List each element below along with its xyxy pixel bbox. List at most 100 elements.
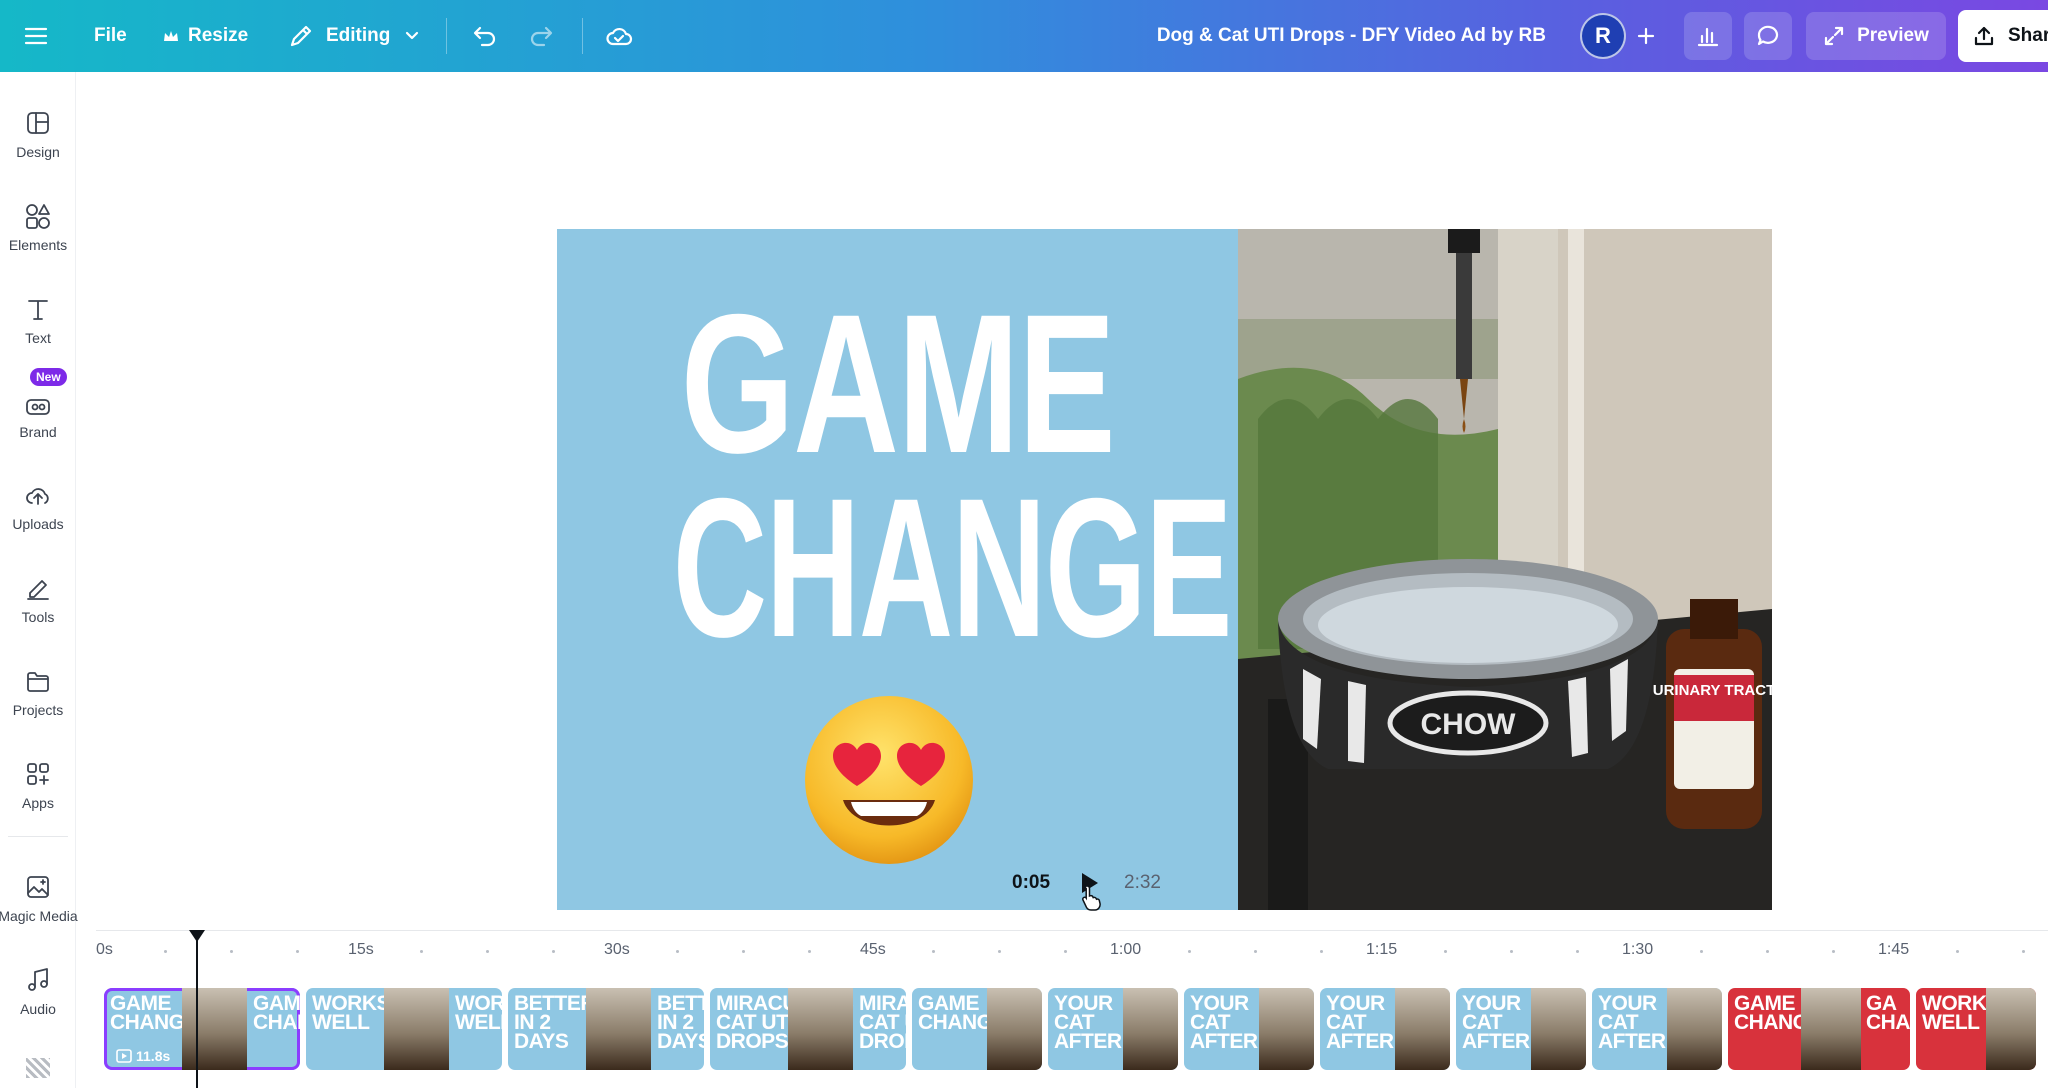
video-clip-icon	[116, 1049, 132, 1063]
clip-thumbnail	[1801, 988, 1861, 1070]
top-toolbar: File Resize Editing Dog & Cat UTI Drops …	[0, 0, 2048, 72]
product-photo[interactable]: CHOW URINARY TRACT	[1238, 229, 1772, 910]
resize-button[interactable]: Resize	[162, 0, 248, 72]
sidebar-item-magic-media[interactable]: Magic Media	[0, 866, 78, 942]
editing-mode-dropdown[interactable]: Editing	[288, 0, 422, 72]
apps-grid-icon	[27, 763, 49, 785]
elements-icon	[26, 204, 50, 229]
design-icon	[27, 112, 49, 134]
heart-eyes-emoji-icon[interactable]	[803, 694, 975, 866]
headline-line-1[interactable]: GAME	[646, 285, 1150, 483]
chevron-down-icon	[406, 31, 419, 40]
menu-button[interactable]	[22, 0, 50, 72]
clip-caption: YOUR CAT AFTER	[1598, 992, 1666, 1053]
sidebar-item-audio[interactable]: Audio	[0, 959, 76, 1035]
playhead[interactable]	[196, 932, 198, 1088]
expand-icon	[1824, 26, 1844, 46]
ruler-tick-label: 0s	[96, 941, 113, 958]
ruler-tick-label: 1:45	[1878, 941, 1910, 958]
folder-icon	[27, 672, 49, 692]
play-icon	[1082, 873, 1098, 893]
current-time: 0:05	[1012, 872, 1051, 893]
save-status-button[interactable]	[604, 0, 634, 72]
text-icon	[28, 300, 48, 320]
undo-button[interactable]	[468, 0, 498, 72]
clip-caption-secondary: GA CHA	[1866, 992, 1910, 1034]
sidebar-label: Projects	[12, 702, 64, 718]
file-menu-button[interactable]: File	[94, 0, 127, 72]
sidebar-item-tools[interactable]: Tools	[0, 567, 76, 643]
sidebar-item-apps[interactable]: Apps	[0, 753, 76, 829]
ruler-tick-label: 1:00	[1110, 941, 1142, 958]
timeline-clip[interactable]: BETTER IN 2 DAYS BETTE IN 2 DAYS	[508, 988, 704, 1070]
redo-icon	[530, 26, 553, 47]
clip-thumbnail	[384, 988, 449, 1070]
clip-thumbnail	[1986, 988, 2036, 1070]
timeline-clip[interactable]: YOUR CAT AFTER	[1184, 988, 1314, 1070]
tools-pen-icon	[27, 580, 49, 600]
sidebar-label: Apps	[22, 795, 54, 811]
sidebar-item-elements[interactable]: Elements	[0, 195, 76, 271]
sidebar-label: Magic Media	[0, 908, 78, 924]
ruler-tick-label: 15s	[348, 941, 374, 958]
add-collaborator-button[interactable]	[1634, 0, 1658, 72]
share-label: Share	[2008, 25, 2048, 46]
insights-button[interactable]	[1684, 12, 1732, 60]
comments-button[interactable]	[1744, 12, 1792, 60]
clip-caption: YOUR CAT AFTER	[1190, 992, 1258, 1053]
timeline-clip[interactable]: WORKS SO WELLWORKS WELL	[306, 988, 502, 1070]
timeline-clip[interactable]: YOUR CAT AFTER	[1592, 988, 1722, 1070]
share-button[interactable]: Share	[1958, 10, 2048, 62]
total-duration: 2:32	[1124, 872, 1161, 893]
timeline-clip[interactable]: GAME CHANGERGAM CHAN11.8s	[104, 988, 300, 1070]
headline-line-2[interactable]: CHANGER	[673, 469, 1326, 667]
photo-scene: CHOW URINARY TRACT	[1238, 229, 1772, 910]
magic-media-icon	[27, 876, 49, 898]
pencil-icon	[290, 25, 312, 47]
comment-icon	[1757, 25, 1779, 46]
clip-duration-badge: 11.8s	[116, 1048, 170, 1064]
sidebar-label: Uploads	[12, 516, 64, 532]
timeline-clip[interactable]: YOUR CAT AFTER	[1456, 988, 1586, 1070]
user-avatar[interactable]: R	[1580, 13, 1626, 59]
clip-thumbnail	[1123, 988, 1178, 1070]
design-title[interactable]: Dog & Cat UTI Drops - DFY Video Ad by RB	[1157, 0, 1546, 72]
clip-caption: YOUR CAT AFTER	[1326, 992, 1394, 1053]
sidebar-item-uploads[interactable]: Uploads	[0, 474, 76, 550]
more-tools-icon[interactable]	[26, 1058, 50, 1078]
brand-icon	[26, 399, 50, 415]
sidebar-item-brand[interactable]: New Brand	[0, 368, 76, 446]
sidebar-item-design[interactable]: Design	[0, 102, 76, 178]
crown-icon	[164, 31, 178, 41]
clip-thumbnail	[586, 988, 651, 1070]
timeline-clip[interactable]: YOUR CAT AFTER	[1048, 988, 1178, 1070]
ruler-tick-label: 45s	[860, 941, 886, 958]
new-badge: New	[30, 368, 67, 386]
toolbar-divider	[582, 18, 583, 54]
cloud-upload-icon	[26, 488, 49, 505]
clip-caption: YOUR CAT AFTER	[1054, 992, 1122, 1053]
redo-button[interactable]	[528, 0, 558, 72]
design-slide[interactable]: GAME CHANGER CHOW URINARY TRACT	[557, 229, 1772, 910]
clip-caption-secondary: BETTE IN 2 DAYS	[657, 992, 704, 1053]
plus-icon	[1637, 27, 1655, 45]
timeline-clip[interactable]: YOUR CAT AFTER	[1320, 988, 1450, 1070]
sidebar-label: Tools	[21, 609, 55, 625]
resize-label: Resize	[188, 25, 249, 46]
bowl-label: CHOW	[1421, 708, 1517, 741]
timeline-ruler[interactable]: 0s 15s 30s 45s 1:00 1:15 1:30 1:45	[96, 930, 2048, 970]
timeline-clip[interactable]: GAME CHANGER	[912, 988, 1042, 1070]
sidebar-item-projects[interactable]: Projects	[0, 660, 76, 736]
timeline-clip[interactable]: WORKS SO WELL	[1916, 988, 2036, 1070]
bar-chart-icon	[1697, 27, 1719, 47]
timeline-clip[interactable]: MIRACULOUS CAT UTI DROPSMIRACULO CAT U D…	[710, 988, 906, 1070]
clip-thumbnail	[182, 988, 247, 1070]
sidebar-item-text[interactable]: Text	[0, 288, 76, 364]
play-button[interactable]	[1076, 870, 1102, 896]
ruler-tick-label: 30s	[604, 941, 630, 958]
sidebar-label: Elements	[8, 237, 68, 253]
timeline-clip[interactable]: GAME CHANGER GA CHA	[1728, 988, 1910, 1070]
sidebar-label: Audio	[20, 1001, 56, 1017]
toolbar-divider	[446, 18, 447, 54]
preview-button[interactable]: Preview	[1806, 12, 1946, 60]
